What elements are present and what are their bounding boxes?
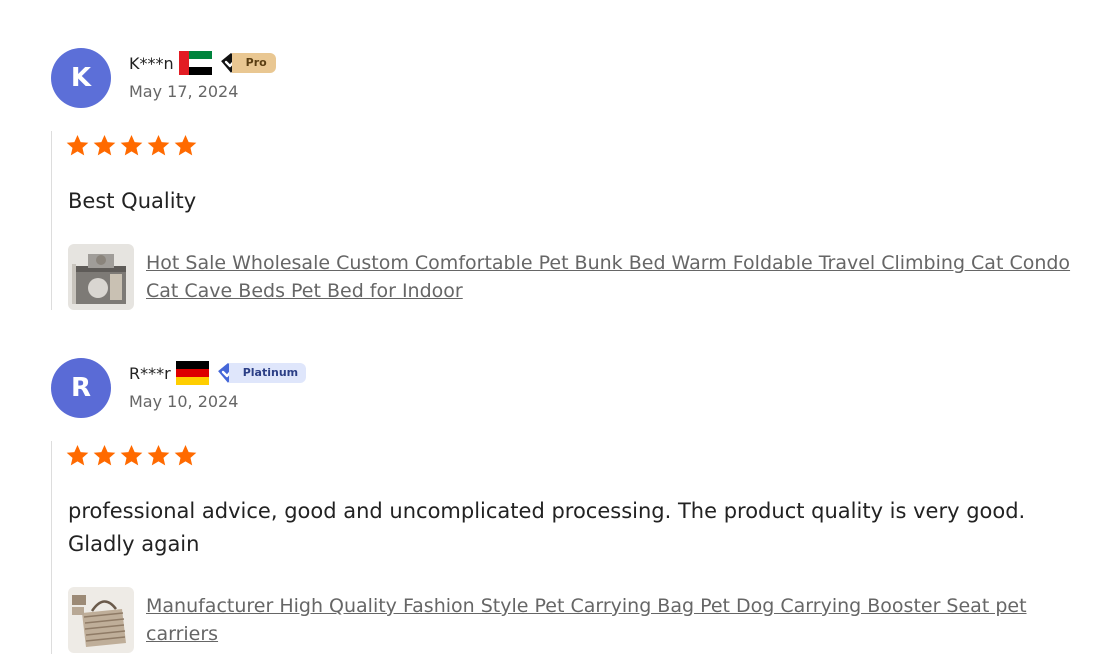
reviewed-product[interactable]: Manufacturer High Quality Fashion Style … xyxy=(68,587,1076,653)
reviewed-product[interactable]: Hot Sale Wholesale Custom Comfortable Pe… xyxy=(68,244,1076,310)
star-icon xyxy=(147,134,170,156)
star-icon xyxy=(93,134,116,156)
product-link[interactable]: Hot Sale Wholesale Custom Comfortable Pe… xyxy=(146,249,1076,305)
buyer-badge-pro: Pro xyxy=(218,50,276,76)
star-icon xyxy=(93,444,116,466)
reviewer-name: R***r xyxy=(129,363,171,383)
product-thumbnail[interactable] xyxy=(68,244,134,310)
review-date: May 10, 2024 xyxy=(129,392,239,411)
star-icon xyxy=(174,444,197,466)
star-icon xyxy=(147,444,170,466)
product-link[interactable]: Manufacturer High Quality Fashion Style … xyxy=(146,592,1076,648)
star-icon xyxy=(66,134,89,156)
badge-label: Pro xyxy=(231,53,276,73)
star-icon xyxy=(174,134,197,156)
star-icon xyxy=(120,444,143,466)
review-date: May 17, 2024 xyxy=(129,82,239,101)
avatar-initial: K xyxy=(70,63,92,93)
buyer-badge-platinum: Platinum xyxy=(215,360,307,386)
uae-flag-icon xyxy=(178,51,212,75)
review-text: professional advice, good and uncomplica… xyxy=(68,499,1026,556)
badge-label: Platinum xyxy=(228,363,307,383)
product-thumbnail[interactable] xyxy=(68,587,134,653)
star-icon xyxy=(120,134,143,156)
avatar-initial: R xyxy=(70,373,92,403)
divider xyxy=(51,131,52,310)
star-rating xyxy=(64,443,199,469)
reviewer-name: K***n xyxy=(129,53,174,73)
reviewer-info: K***n Pro xyxy=(129,50,276,76)
star-icon xyxy=(66,444,89,466)
star-rating xyxy=(64,133,199,159)
review-text: Best Quality xyxy=(68,189,197,213)
avatar: K xyxy=(51,48,111,108)
avatar: R xyxy=(51,358,111,418)
reviewer-info: R***r Platinum xyxy=(129,360,307,386)
divider xyxy=(51,441,52,654)
germany-flag-icon xyxy=(175,361,209,385)
